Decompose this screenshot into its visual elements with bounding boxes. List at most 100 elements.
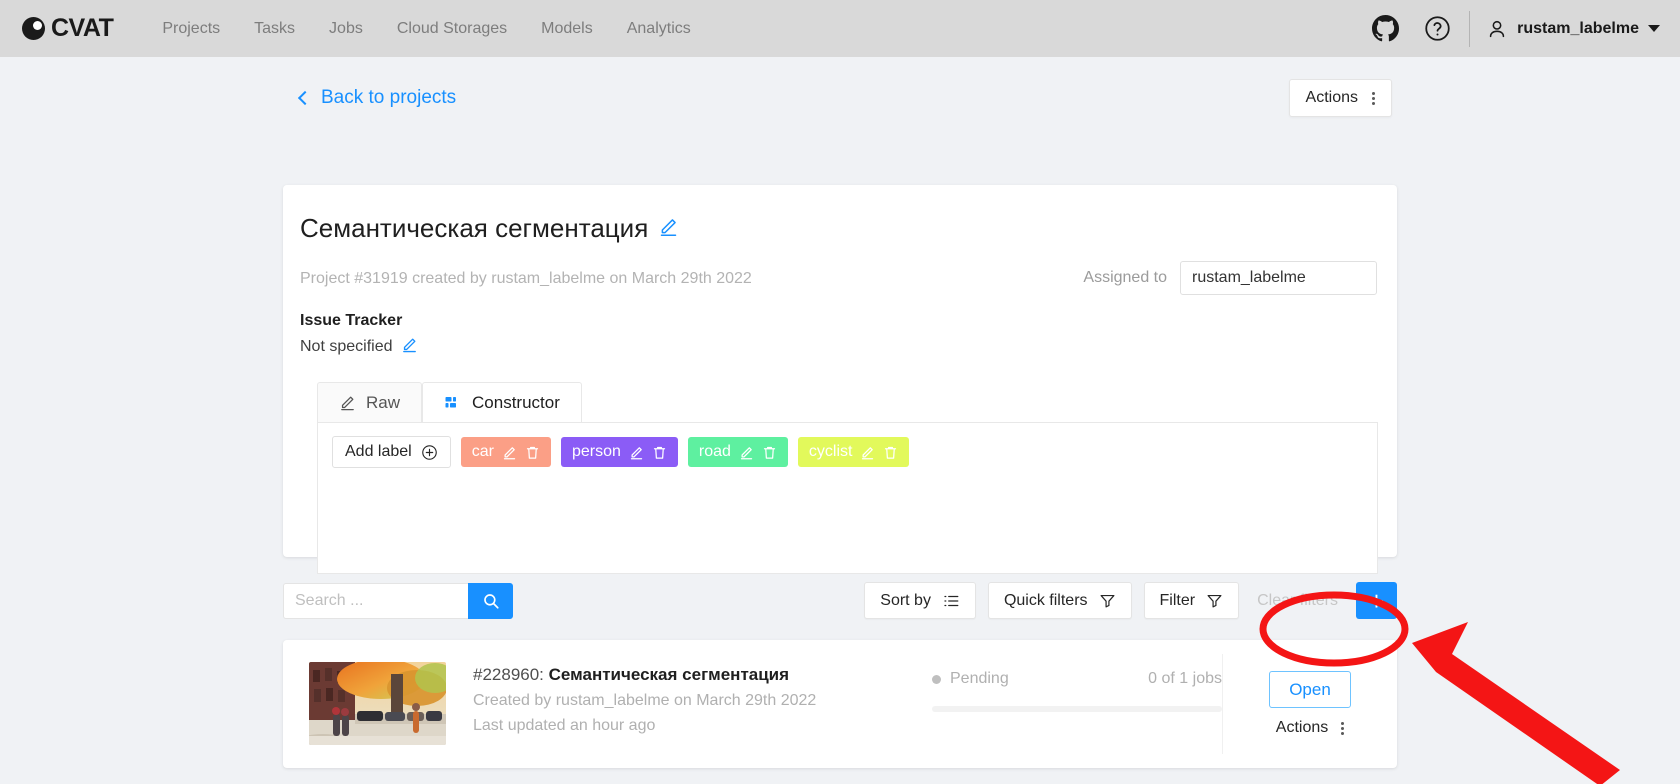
labels-tabs: Raw Constructor — [317, 382, 1379, 422]
task-title[interactable]: #228960: Семантическая сегментация — [473, 665, 932, 685]
task-status-row: Pending 0 of 1 jobs — [932, 670, 1222, 688]
app-header: CVAT Projects Tasks Jobs Cloud Storages … — [0, 0, 1680, 57]
assigned-to-group: Assigned to — [1083, 261, 1377, 295]
filter-label: Filter — [1159, 591, 1196, 609]
edit-label-pencil-icon[interactable] — [860, 445, 875, 460]
label-chip-person: person — [560, 437, 678, 467]
cvat-logo-text: CVAT — [51, 14, 114, 42]
more-vertical-icon — [1372, 91, 1375, 105]
delete-label-trash-icon[interactable] — [652, 445, 667, 460]
edit-issue-tracker-pencil-icon[interactable] — [401, 336, 418, 358]
funnel-icon — [1100, 594, 1115, 608]
label-chip-name: cyclist — [808, 443, 853, 460]
tab-raw-label: Raw — [366, 392, 401, 412]
clear-filters-button[interactable]: Clear filters — [1251, 592, 1344, 610]
task-info: #228960: Семантическая сегментация Creat… — [473, 665, 932, 768]
task-id: #228960: — [473, 665, 549, 684]
status-badge: Pending — [932, 670, 1009, 688]
nav-item-jobs[interactable]: Jobs — [312, 0, 380, 57]
tab-raw[interactable]: Raw — [317, 382, 423, 422]
search-group — [283, 582, 513, 619]
nav-item-projects[interactable]: Projects — [145, 0, 237, 57]
edit-title-pencil-icon[interactable] — [658, 213, 679, 244]
jobs-count: 0 of 1 jobs — [1148, 670, 1222, 687]
header-divider — [1469, 10, 1471, 47]
issue-tracker-label: Issue Tracker — [300, 312, 403, 329]
user-name: rustam_labelme — [1517, 19, 1639, 37]
label-chip-road: road — [687, 437, 788, 467]
task-actions-label: Actions — [1275, 719, 1329, 736]
label-chip-cyclist: cyclist — [797, 437, 910, 467]
constructor-icon — [445, 396, 457, 407]
back-to-projects-link[interactable]: Back to projects — [297, 87, 457, 109]
status-label: Pending — [950, 670, 1009, 687]
chevron-left-icon — [297, 90, 313, 106]
quick-filters-button[interactable]: Quick filters — [987, 582, 1132, 619]
user-icon — [1489, 20, 1505, 37]
project-title-row: Семантическая сегментация — [300, 213, 1379, 244]
task-updated: Last updated an hour ago — [473, 717, 656, 734]
open-button[interactable]: Open — [1269, 671, 1351, 708]
task-status-group: Pending 0 of 1 jobs — [932, 670, 1222, 768]
toolbar-right-group: Sort by Quick filters Filter Clear filte… — [864, 582, 1397, 619]
tab-constructor-label: Constructor — [472, 392, 560, 412]
project-actions-button[interactable]: Actions — [1288, 79, 1392, 117]
task-card-actions: Open Actions — [1222, 654, 1397, 754]
issue-tracker-value-row: Not specified — [300, 336, 1379, 358]
pencil-icon — [341, 396, 354, 411]
add-label-button[interactable]: Add label — [332, 436, 451, 468]
nav-item-tasks[interactable]: Tasks — [237, 0, 312, 57]
label-chip-car: car — [460, 437, 551, 467]
status-dot-icon — [932, 674, 941, 684]
nav-item-cloud-storages[interactable]: Cloud Storages — [380, 0, 524, 57]
filter-button[interactable]: Filter — [1143, 582, 1240, 619]
quick-filters-label: Quick filters — [1003, 591, 1088, 609]
assigned-to-label: Assigned to — [1083, 269, 1167, 286]
cvat-logo[interactable]: CVAT — [22, 14, 114, 43]
page-title: Семантическая сегментация — [300, 213, 649, 243]
labels-panel: Add label car person road cyclist — [317, 422, 1378, 574]
search-icon — [483, 593, 499, 609]
add-label-text: Add label — [345, 443, 412, 460]
github-icon[interactable] — [1359, 0, 1411, 57]
question-circle-icon[interactable] — [1411, 0, 1463, 57]
project-page: Back to projects Actions Семантическая с… — [0, 57, 1680, 784]
header-actions: rustam_labelme — [1359, 0, 1670, 57]
label-chip-name: car — [471, 443, 494, 460]
create-task-button[interactable]: + — [1356, 582, 1397, 619]
label-chip-name: person — [571, 443, 621, 460]
label-chip-name: road — [698, 443, 731, 460]
main-nav: Projects Tasks Jobs Cloud Storages Model… — [145, 0, 707, 57]
delete-label-trash-icon[interactable] — [883, 445, 898, 460]
edit-label-pencil-icon[interactable] — [502, 445, 517, 460]
search-button[interactable] — [468, 582, 513, 619]
delete-label-trash-icon[interactable] — [762, 445, 777, 460]
assigned-to-input[interactable] — [1180, 261, 1377, 295]
list-icon — [944, 595, 959, 606]
project-actions-label: Actions — [1305, 89, 1358, 106]
cvat-logo-icon — [22, 17, 45, 40]
task-created: Created by rustam_labelme on March 29th … — [473, 692, 817, 709]
task-card[interactable]: #228960: Семантическая сегментация Creat… — [283, 640, 1397, 768]
progress-bar — [932, 706, 1222, 712]
more-vertical-icon — [1341, 721, 1345, 735]
sort-by-label: Sort by — [880, 591, 931, 609]
sort-by-button[interactable]: Sort by — [864, 582, 976, 619]
nav-item-analytics[interactable]: Analytics — [610, 0, 708, 57]
task-name: Семантическая сегментация — [548, 665, 790, 684]
tab-constructor[interactable]: Constructor — [422, 382, 582, 422]
delete-label-trash-icon[interactable] — [525, 445, 540, 460]
chevron-down-icon[interactable] — [1648, 25, 1660, 32]
back-to-projects-label: Back to projects — [321, 87, 457, 108]
edit-label-pencil-icon[interactable] — [629, 445, 644, 460]
edit-label-pencil-icon[interactable] — [739, 445, 754, 460]
task-thumbnail — [309, 662, 446, 745]
page-topbar: Back to projects Actions — [0, 57, 1680, 117]
task-actions-button[interactable]: Actions — [1275, 719, 1345, 737]
user-menu[interactable]: rustam_labelme — [1476, 18, 1670, 40]
issue-tracker-value: Not specified — [300, 338, 393, 355]
nav-item-models[interactable]: Models — [524, 0, 610, 57]
project-details-card: Семантическая сегментация Project #31919… — [283, 185, 1397, 574]
tasks-toolbar: Sort by Quick filters Filter Clear filte… — [283, 582, 1397, 619]
search-input[interactable] — [283, 582, 468, 619]
